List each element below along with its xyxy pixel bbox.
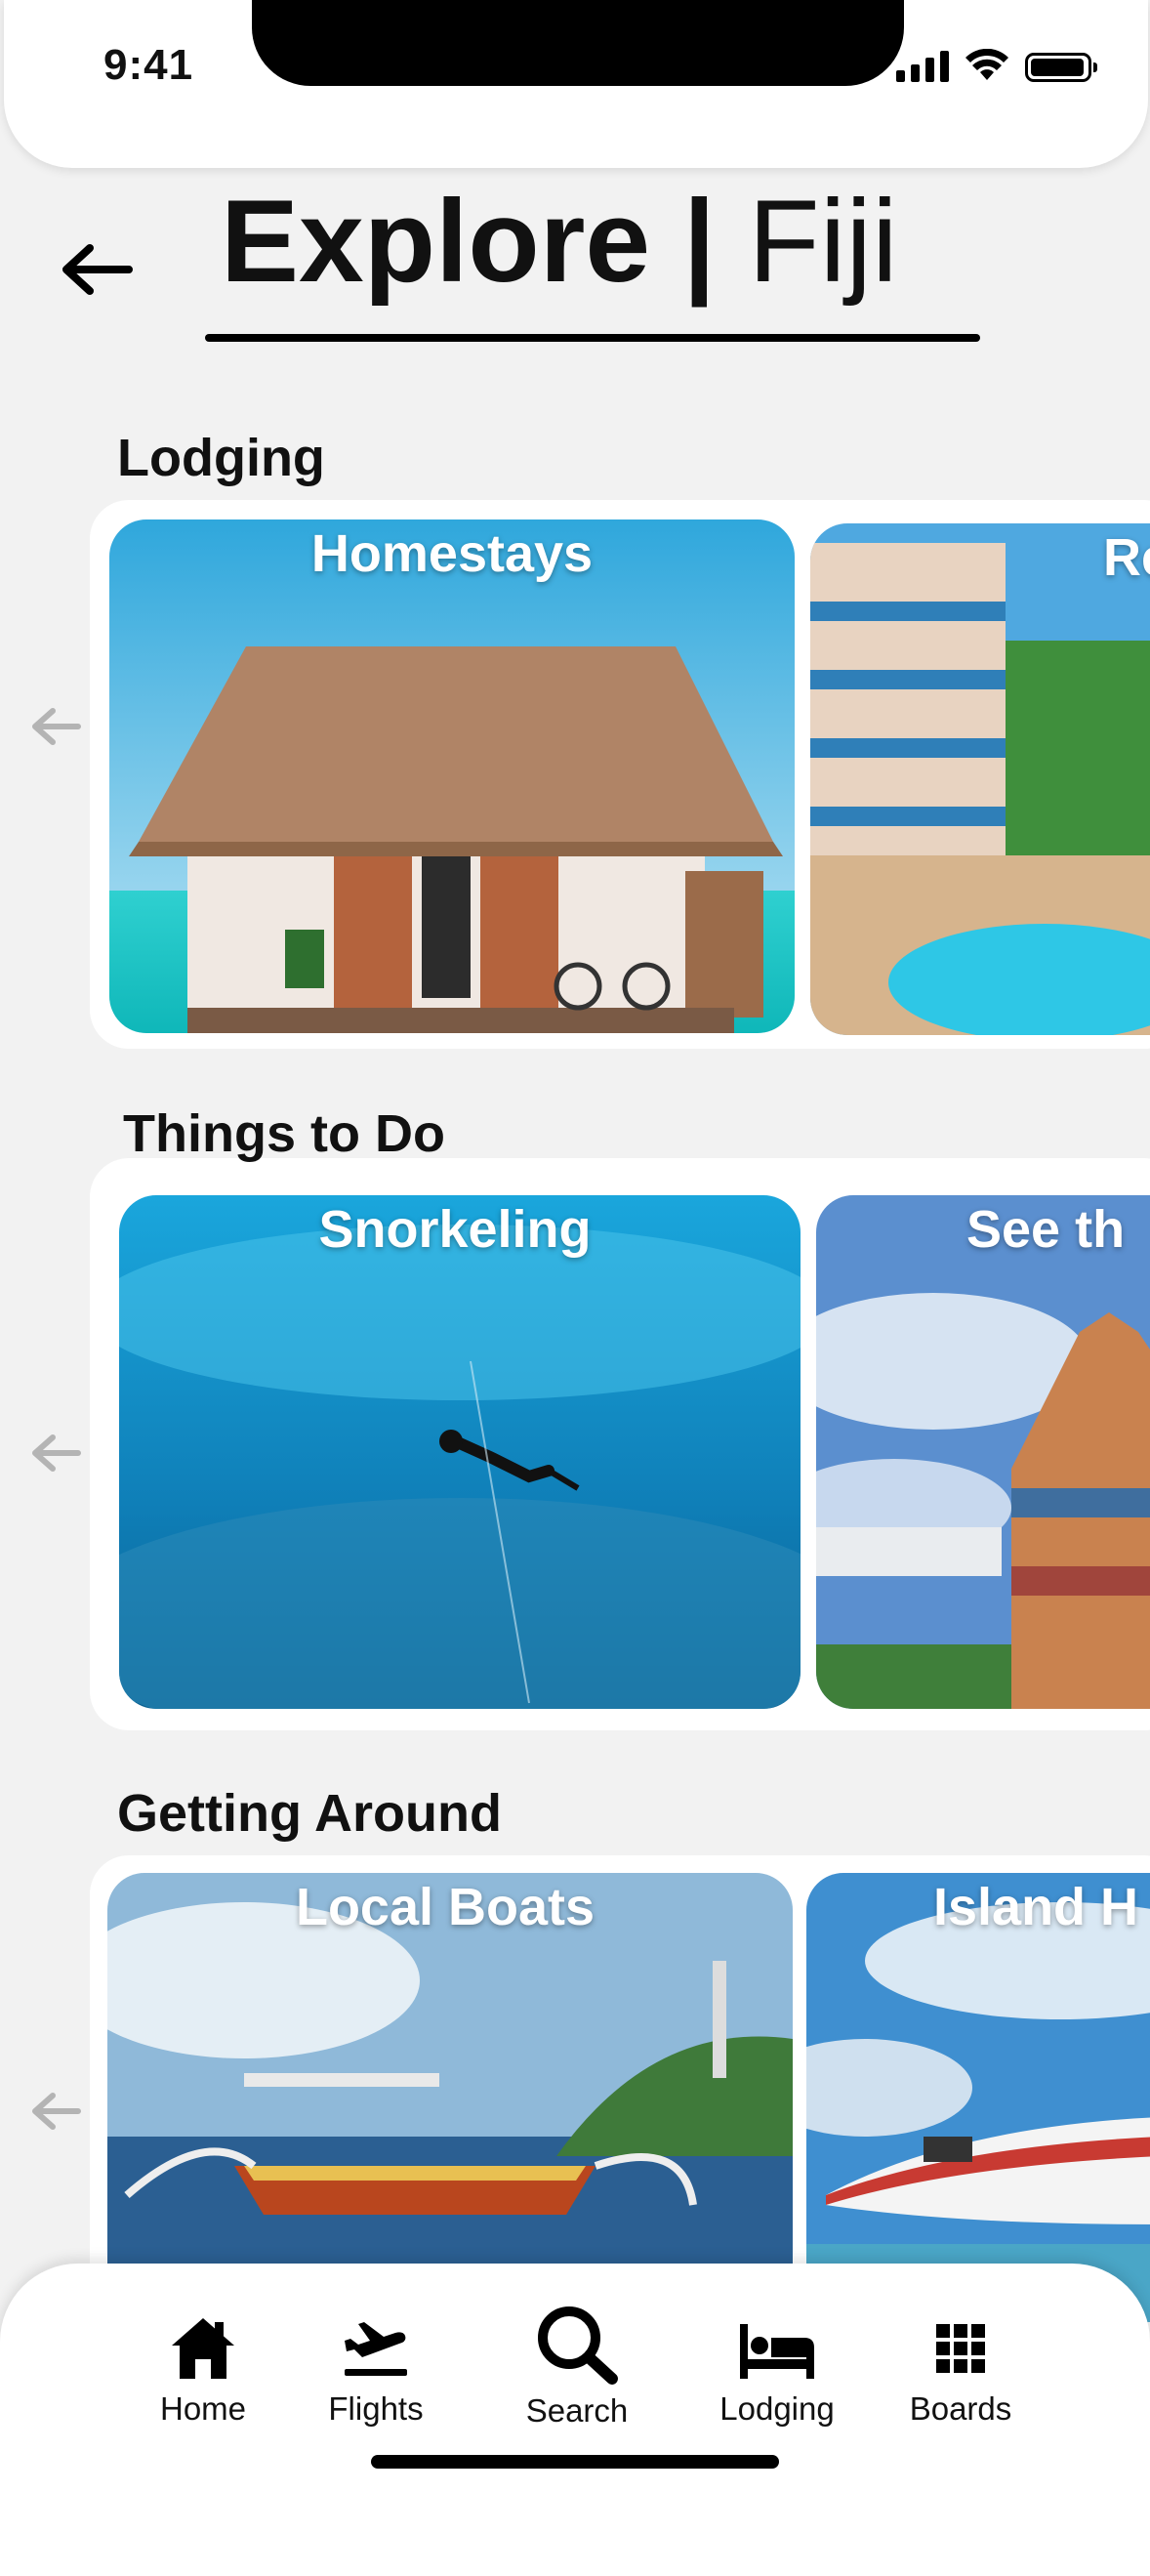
tab-boards[interactable]: Boards	[902, 2314, 1019, 2428]
tab-label-search: Search	[525, 2392, 629, 2429]
card-local-boats[interactable]: Local Boats	[107, 1873, 793, 2322]
back-arrow-icon[interactable]	[57, 238, 135, 301]
bottom-tab-bar: Home Flights Search Lodging Boards	[0, 2264, 1150, 2576]
card-title-snorkeling: Snorkeling	[318, 1200, 592, 1259]
notch	[252, 0, 904, 86]
search-icon	[538, 2306, 618, 2385]
page-title-location: Fiji	[748, 176, 898, 307]
card-resorts[interactable]: Re	[810, 523, 1150, 1035]
card-title-local-boats: Local Boats	[295, 1878, 596, 1936]
card-homestays[interactable]: Homestays	[109, 519, 795, 1033]
plane-departure-icon	[345, 2322, 407, 2376]
status-icons	[896, 49, 1097, 82]
tab-label-boards: Boards	[909, 2390, 1012, 2427]
card-see-the-sights[interactable]: See th	[816, 1195, 1150, 1709]
tab-lodging[interactable]: Lodging	[709, 2314, 845, 2428]
tab-search[interactable]: Search	[513, 2303, 640, 2430]
battery-icon	[1025, 53, 1097, 82]
section-title-lodging: Lodging	[117, 429, 325, 487]
card-title-see-the-sights: See th	[966, 1200, 1126, 1259]
tab-home[interactable]: Home	[144, 2314, 262, 2428]
status-bar: 9:41	[4, 0, 1148, 168]
temple-image	[816, 1195, 1150, 1709]
card-snorkeling[interactable]: Snorkeling	[119, 1195, 801, 1709]
card-title-island-hopping: Island H	[933, 1878, 1139, 1936]
boat-image	[107, 1873, 793, 2322]
title-underline	[205, 334, 980, 342]
wifi-icon	[965, 49, 1008, 80]
tab-label-flights: Flights	[328, 2390, 424, 2427]
section-title-things-to-do: Things to Do	[123, 1104, 445, 1163]
card-title-resorts: Re	[1103, 528, 1150, 587]
section-title-getting-around: Getting Around	[117, 1784, 502, 1843]
scroll-left-arrow-icon[interactable]	[29, 1432, 82, 1475]
homestay-image	[109, 519, 795, 1033]
scroll-left-arrow-icon[interactable]	[29, 2090, 82, 2133]
scroll-left-arrow-icon[interactable]	[29, 705, 82, 748]
snorkeling-image	[119, 1195, 801, 1709]
tab-label-home: Home	[159, 2390, 247, 2427]
title-separator: |	[682, 176, 717, 307]
page-title-bold: Explore	[221, 176, 651, 307]
page-title: Explore | Fiji	[221, 168, 898, 314]
tab-flights[interactable]: Flights	[312, 2314, 439, 2428]
home-indicator	[371, 2455, 779, 2469]
signal-icon	[896, 51, 949, 82]
status-time: 9:41	[103, 41, 194, 89]
card-island-hopping[interactable]: Island H	[806, 1873, 1150, 2322]
home-icon	[172, 2318, 234, 2379]
bed-icon	[740, 2324, 814, 2379]
seaplane-image	[806, 1873, 1150, 2322]
resort-image	[810, 523, 1150, 1035]
grid-icon	[936, 2324, 985, 2373]
card-title-homestays: Homestays	[310, 524, 594, 583]
tab-label-lodging: Lodging	[719, 2390, 835, 2427]
